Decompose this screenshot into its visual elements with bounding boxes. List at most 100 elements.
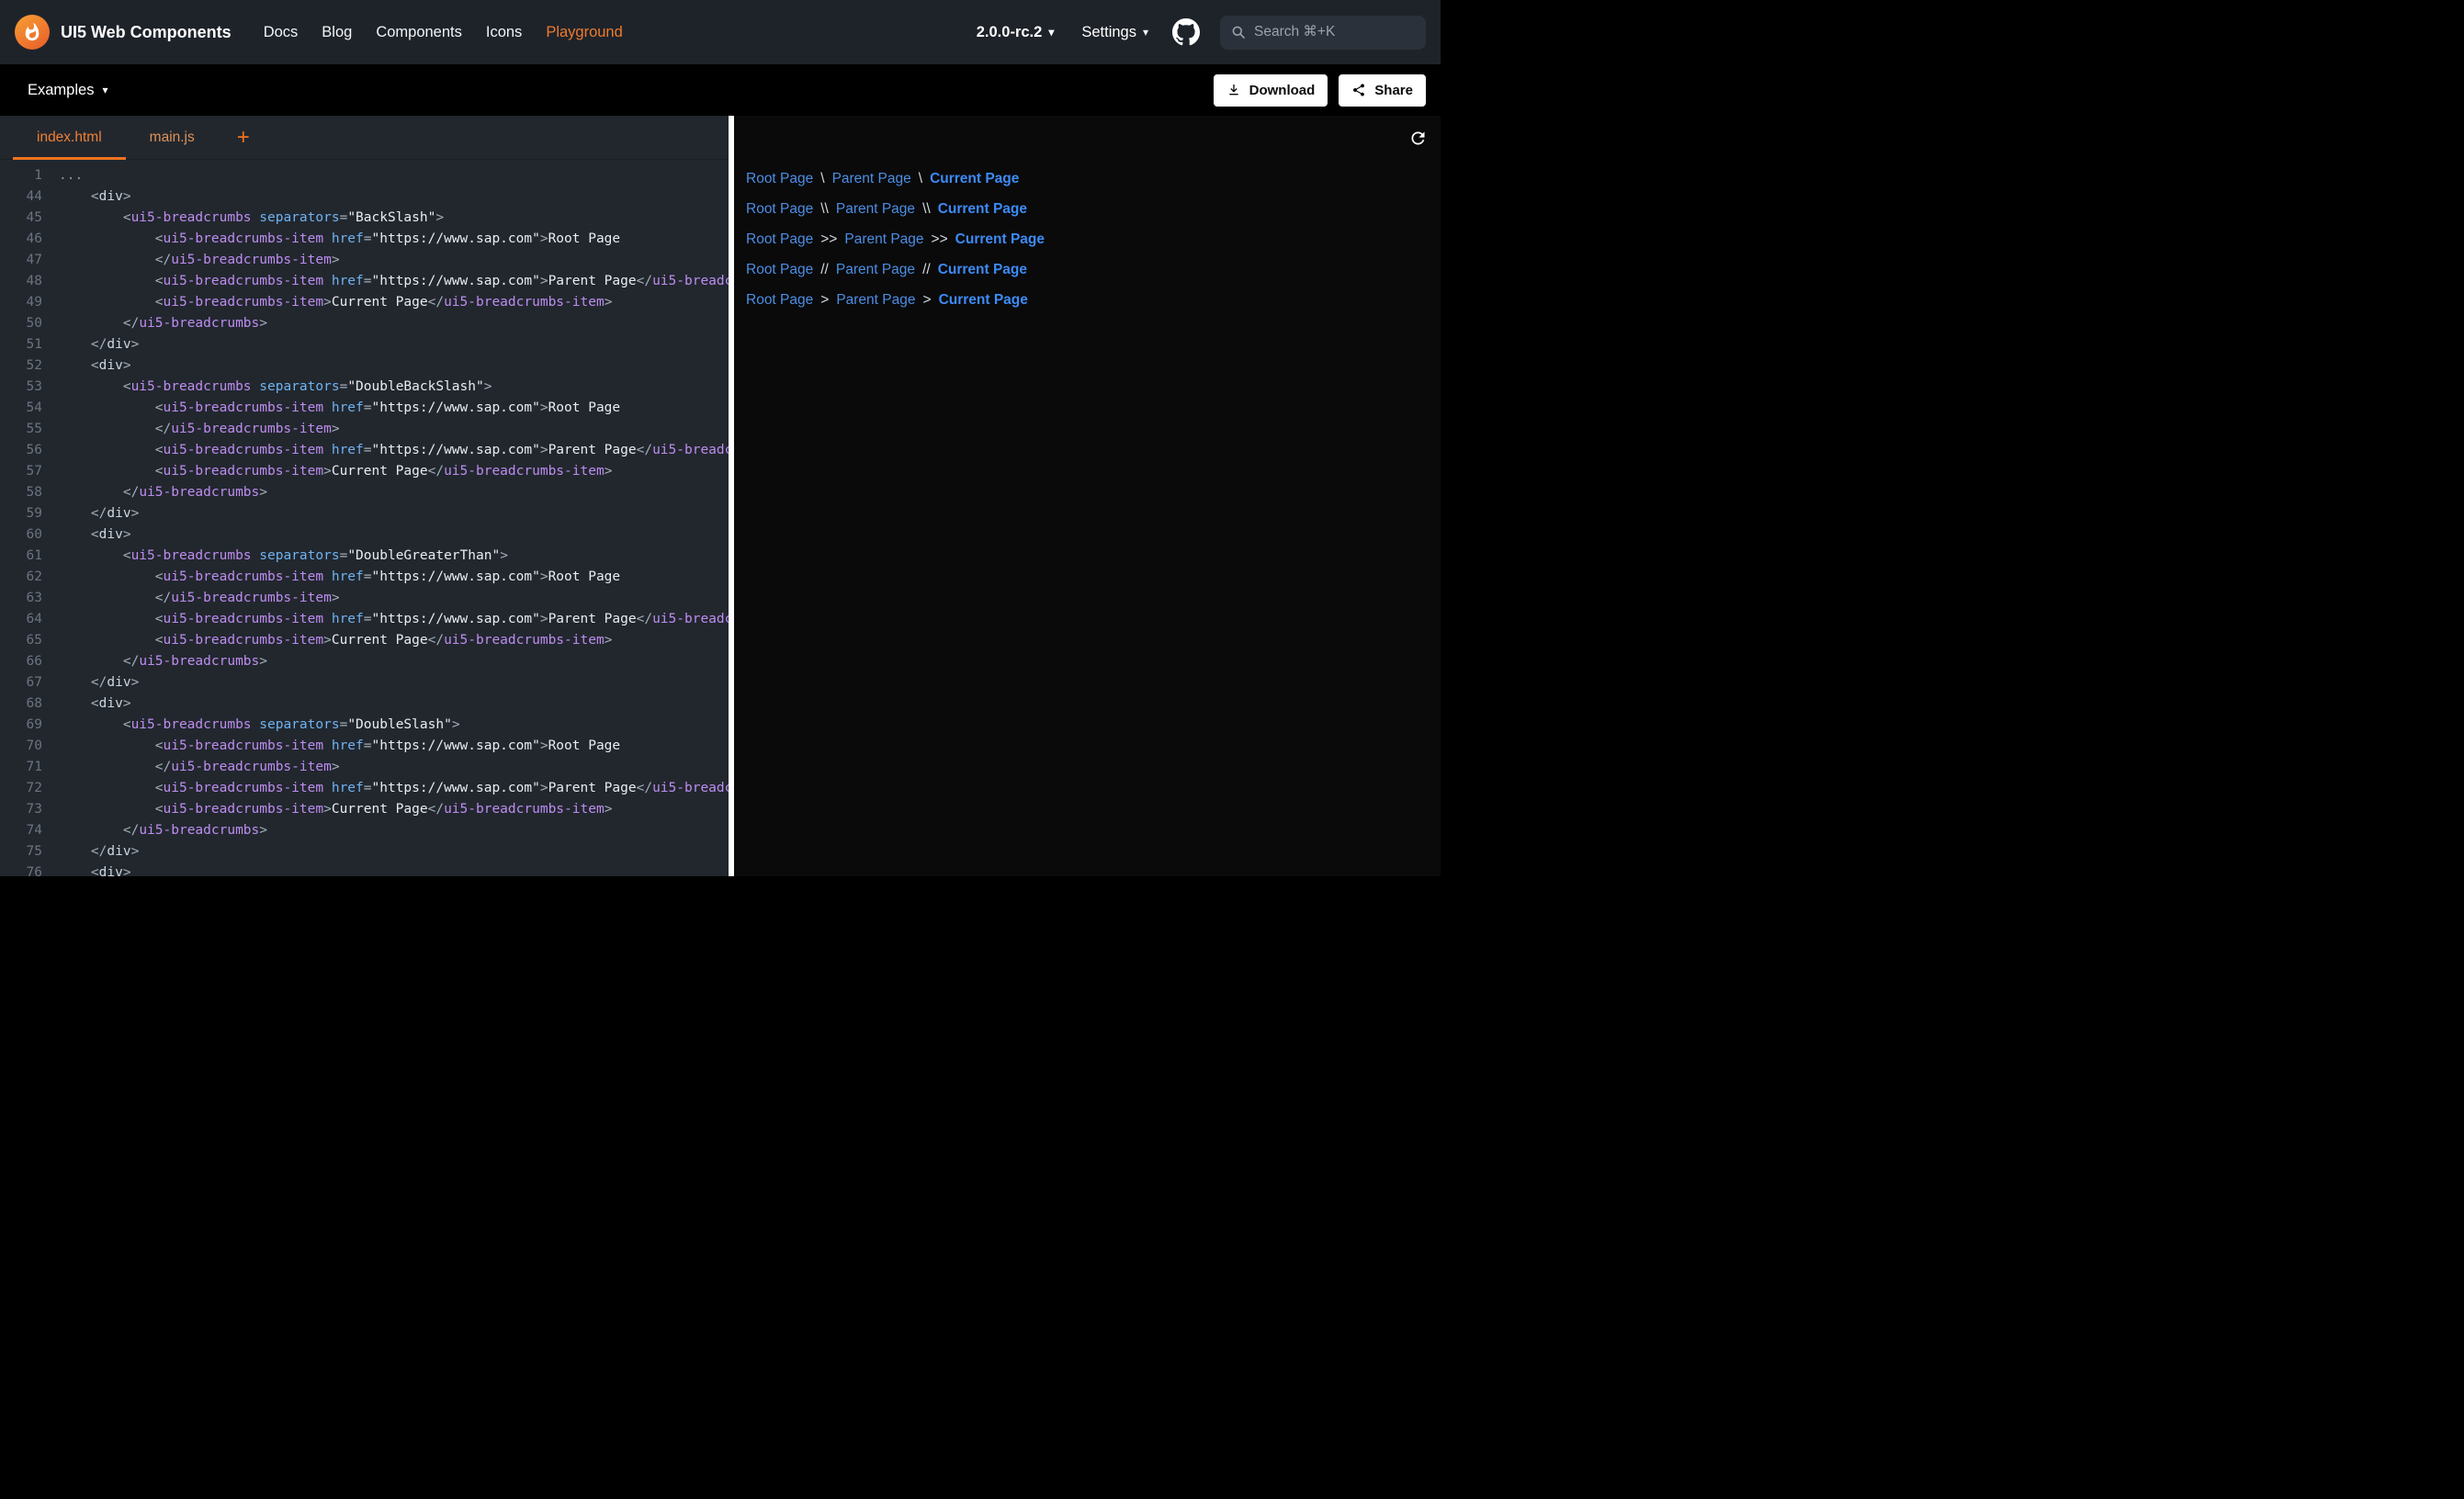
code-line: 52 <div> [0,355,729,377]
preview-panel: Root Page\Parent Page\Current PageRoot P… [734,116,1441,876]
code-line: 51 </div> [0,334,729,355]
code-line: 44 <div> [0,186,729,208]
search-icon [1231,25,1246,39]
code-line: 75 </div> [0,841,729,862]
nav-item-playground[interactable]: Playground [534,24,634,41]
breadcrumb: Root Page>>Parent Page>>Current Page [734,224,1441,254]
code-line-content: <div> [59,186,131,208]
share-icon [1351,83,1366,97]
code-line: 45 <ui5-breadcrumbs separators="BackSlas… [0,208,729,229]
code-line: 61 <ui5-breadcrumbs separators="DoubleGr… [0,546,729,567]
code-line: 63 </ui5-breadcrumbs-item> [0,588,729,609]
github-link[interactable] [1172,18,1200,46]
code-line: 49 <ui5-breadcrumbs-item>Current Page</u… [0,292,729,313]
brand-title[interactable]: UI5 Web Components [61,23,232,42]
breadcrumb-link[interactable]: Parent Page [832,171,911,187]
nav-item-blog[interactable]: Blog [310,24,364,41]
breadcrumb-current[interactable]: Current Page [938,262,1027,278]
breadcrumb-current[interactable]: Current Page [930,171,1019,187]
share-button[interactable]: Share [1339,74,1426,107]
code-editor-panel: index.htmlmain.js+ 1...44 <div>45 <ui5-b… [0,116,729,876]
breadcrumb-current[interactable]: Current Page [955,231,1045,248]
breadcrumb-separator: > [916,292,939,309]
code-line-content: <ui5-breadcrumbs separators="DoubleBackS… [59,377,492,398]
breadcrumb-link[interactable]: Parent Page [836,201,915,218]
search-box[interactable] [1220,16,1426,50]
nav-item-icons[interactable]: Icons [474,24,534,41]
line-number: 64 [0,609,42,630]
nav-item-components[interactable]: Components [364,24,474,41]
breadcrumb-link[interactable]: Root Page [746,201,813,218]
code-line-content: <ui5-breadcrumbs-item>Current Page</ui5-… [59,630,612,651]
nav-item-docs[interactable]: Docs [252,24,311,41]
code-line-content: </ui5-breadcrumbs-item> [59,588,340,609]
line-number: 59 [0,503,42,524]
code-line: 48 <ui5-breadcrumbs-item href="https://w… [0,271,729,292]
breadcrumb-current[interactable]: Current Page [939,292,1028,309]
add-tab-button[interactable]: + [219,116,268,159]
breadcrumb-link[interactable]: Root Page [746,262,813,278]
code-line-content: </ui5-breadcrumbs-item> [59,250,340,271]
code-line: 53 <ui5-breadcrumbs separators="DoubleBa… [0,377,729,398]
code-line-content: <ui5-breadcrumbs-item href="https://www.… [59,440,729,461]
line-number: 66 [0,651,42,672]
tab-index.html[interactable]: index.html [13,116,126,159]
chevron-down-icon: ▾ [102,85,107,96]
breadcrumb: Root Page\\Parent Page\\Current Page [734,194,1441,224]
code-line: 50 </ui5-breadcrumbs> [0,313,729,334]
line-number: 50 [0,313,42,334]
code-line-content: <ui5-breadcrumbs-item>Current Page</ui5-… [59,799,612,820]
code-line-content: <ui5-breadcrumbs separators="DoubleSlash… [59,715,460,736]
code-line-content: </ui5-breadcrumbs> [59,482,267,503]
breadcrumb-link[interactable]: Root Page [746,171,813,187]
line-number: 71 [0,757,42,778]
line-number: 48 [0,271,42,292]
settings-menu[interactable]: Settings ▾ [1081,24,1148,41]
breadcrumb-current[interactable]: Current Page [938,201,1027,218]
line-number: 75 [0,841,42,862]
breadcrumb-link[interactable]: Parent Page [836,262,915,278]
chevron-down-icon: ▾ [1048,27,1054,38]
breadcrumb: Root Page//Parent Page//Current Page [734,254,1441,285]
examples-dropdown[interactable]: Examples ▾ [28,82,107,99]
breadcrumb-separator: \\ [813,201,836,218]
code-line-content: <ui5-breadcrumbs separators="BackSlash"> [59,208,444,229]
download-button[interactable]: Download [1214,74,1328,107]
code-line: 55 </ui5-breadcrumbs-item> [0,419,729,440]
main-nav: DocsBlogComponentsIconsPlayground [252,24,635,41]
breadcrumb-separator: >> [813,231,844,248]
code-line: 56 <ui5-breadcrumbs-item href="https://w… [0,440,729,461]
editor-tabs: index.htmlmain.js+ [0,116,729,160]
code-line: 65 <ui5-breadcrumbs-item>Current Page</u… [0,630,729,651]
code-line-content: </ui5-breadcrumbs> [59,820,267,841]
code-line-content: <ui5-breadcrumbs-item href="https://www.… [59,778,729,799]
code-line: 54 <ui5-breadcrumbs-item href="https://w… [0,398,729,419]
line-number: 1 [0,165,42,186]
search-input[interactable] [1254,24,1415,40]
code-line: 58 </ui5-breadcrumbs> [0,482,729,503]
line-number: 63 [0,588,42,609]
ui5-logo[interactable] [15,15,50,50]
breadcrumb-separator: >> [924,231,955,248]
tab-main.js[interactable]: main.js [126,116,219,159]
code-line: 76 <div> [0,862,729,876]
version-selector[interactable]: 2.0.0-rc.2 ▾ [977,24,1055,41]
chevron-down-icon: ▾ [1143,27,1148,38]
code-line: 72 <ui5-breadcrumbs-item href="https://w… [0,778,729,799]
code-line: 68 <div> [0,693,729,715]
top-navigation: UI5 Web Components DocsBlogComponentsIco… [0,0,1441,64]
code-line-content: <div> [59,693,131,715]
refresh-icon[interactable] [1408,129,1428,148]
breadcrumb-link[interactable]: Parent Page [844,231,923,248]
breadcrumb-link[interactable]: Parent Page [836,292,915,309]
preview-toolbar [734,116,1441,160]
line-number: 61 [0,546,42,567]
code-line: 66 </ui5-breadcrumbs> [0,651,729,672]
breadcrumb-link[interactable]: Root Page [746,231,813,248]
code-area[interactable]: 1...44 <div>45 <ui5-breadcrumbs separato… [0,160,729,876]
download-label: Download [1249,83,1316,98]
code-line-content: </div> [59,841,139,862]
line-number: 68 [0,693,42,715]
code-line: 67 </div> [0,672,729,693]
breadcrumb-link[interactable]: Root Page [746,292,813,309]
